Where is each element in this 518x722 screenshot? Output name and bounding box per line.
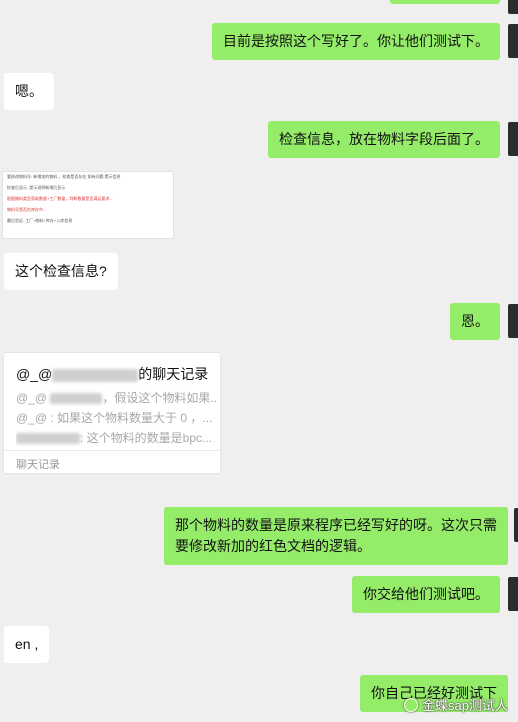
message-text: 这个检查信息?	[15, 263, 107, 279]
chat-history-card[interactable]: @_@ 的聊天记录 @_@ ，假设这个物料如果... @_@ : 如果这个物料数量…	[3, 352, 221, 474]
chat-history-footer: 聊天记录	[16, 459, 60, 471]
thumbnail-line: 要修改物料号: 新增加的物料 ，检查是否存在 如有问题 提示信息	[7, 174, 121, 179]
avatar[interactable]	[508, 577, 518, 611]
chat-history-title-prefix: @_@	[16, 366, 53, 382]
avatar[interactable]	[508, 122, 518, 156]
chat-history-line: : 这个物料的数量是bpc...	[16, 429, 216, 446]
line-sender: @_@	[16, 391, 48, 405]
message-bubble[interactable]: 你交给他们测试吧。	[352, 576, 500, 613]
message-text: en ,	[15, 636, 39, 652]
cropped-message-bubble[interactable]	[390, 0, 500, 4]
redacted-name	[16, 433, 80, 445]
message-bubble[interactable]: 嗯。	[4, 73, 54, 110]
message-text: 检查信息，放在物料字段后面了。	[279, 131, 489, 147]
redacted-name	[50, 393, 103, 405]
wechat-logo-icon	[404, 697, 419, 712]
redacted-name	[52, 368, 139, 382]
thumbnail-line: 根据物料类型获取数量+工厂数量，判断数量是否满足要求...	[7, 196, 113, 201]
avatar[interactable]	[514, 508, 518, 542]
chat-history-title: @_@ 的聊天记录	[16, 364, 208, 384]
message-bubble[interactable]: en ,	[4, 626, 50, 663]
message-bubble[interactable]: 那个物料的数量是原来程序已经写好的呀。这次只需要修改新加的红色文档的逻辑。	[164, 507, 508, 565]
thumbnail-line: 检查后显示, 提示说明新增后显示	[7, 185, 66, 190]
thumbnail-line: 最后验证: 工厂+物料+库存+入库信息	[7, 218, 73, 223]
screenshot-thumbnail[interactable]: 要修改物料号: 新增加的物料 ，检查是否存在 如有问题 提示信息 检查后显示, …	[2, 171, 174, 239]
message-bubble[interactable]: 检查信息，放在物料字段后面了。	[268, 121, 500, 158]
chat-history-line: @_@ ，假设这个物料如果...	[16, 389, 216, 406]
chat-history-title-suffix: 的聊天记录	[138, 366, 209, 382]
line-text: ，假设这个物料如果...	[102, 391, 216, 405]
avatar[interactable]	[508, 24, 518, 58]
thumbnail-line: 物料号是否在库存中...	[7, 207, 47, 212]
watermark-text: 金蝶sap测试人	[422, 698, 508, 713]
message-text: 恩。	[461, 313, 489, 329]
watermark: 金蝶sap测试人	[404, 695, 508, 714]
avatar[interactable]	[508, 304, 518, 338]
message-text: 你交给他们测试吧。	[363, 586, 489, 602]
avatar[interactable]	[508, 0, 518, 14]
message-bubble[interactable]: 这个检查信息?	[4, 253, 118, 290]
message-text: 目前是按照这个写好了。你让他们测试下。	[223, 33, 489, 49]
chat-history-line: @_@ : 如果这个物料数量大于 0 ，...	[16, 411, 213, 425]
message-text: 嗯。	[15, 83, 43, 99]
message-text: 那个物料的数量是原来程序已经写好的呀。这次只需要修改新加的红色文档的逻辑。	[175, 517, 497, 554]
message-bubble[interactable]: 目前是按照这个写好了。你让他们测试下。	[212, 23, 500, 60]
line-text: : 这个物料的数量是bpc...	[80, 431, 213, 445]
divider	[4, 450, 220, 451]
message-bubble[interactable]: 恩。	[450, 303, 500, 340]
